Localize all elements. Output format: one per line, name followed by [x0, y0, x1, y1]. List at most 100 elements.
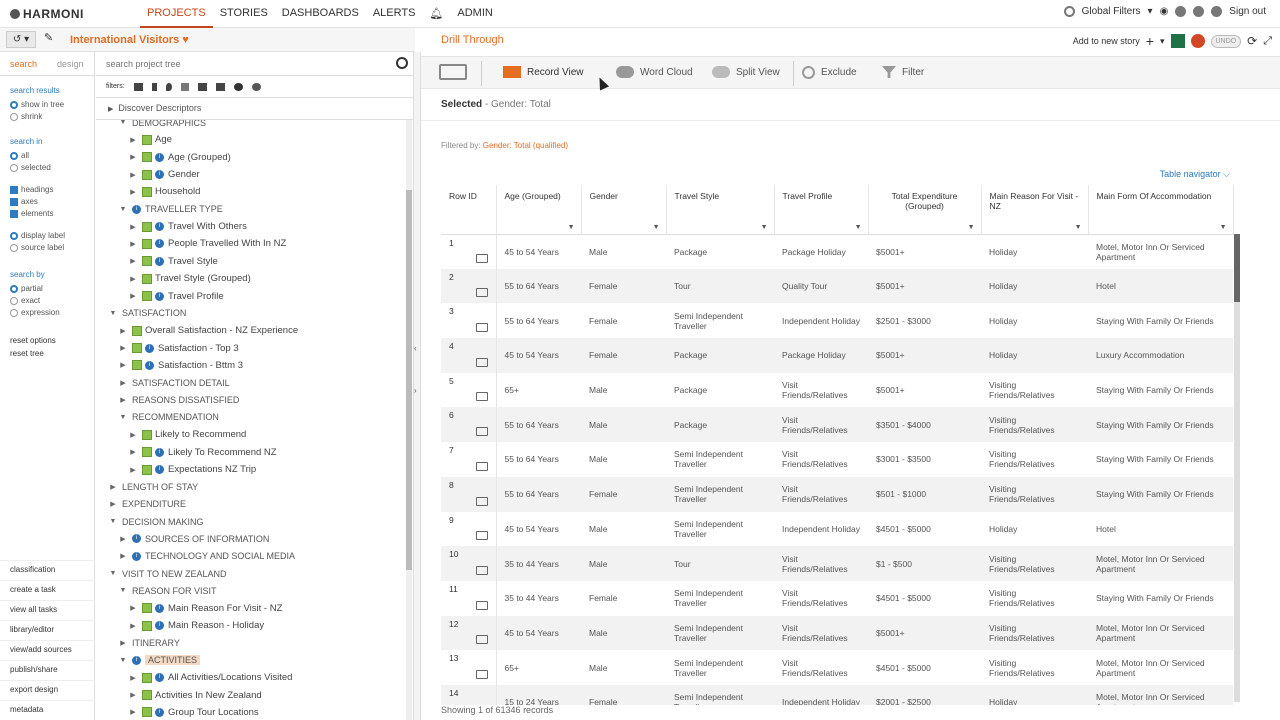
all-radio[interactable]: all [10, 151, 94, 160]
tree-item[interactable]: ▶ Activities In New Zealand [128, 687, 261, 704]
table-row[interactable]: 9 45 to 54 Years Male Semi Independent Trav… [441, 511, 1233, 547]
table-row[interactable]: 8 55 to 64 Years Female Semi Independent Tr… [441, 476, 1233, 512]
headings-checkbox[interactable]: headings [10, 185, 94, 194]
discover-descriptors[interactable]: ▶ Discover Descriptors [96, 98, 416, 120]
grid-filter-icon[interactable] [133, 82, 143, 91]
tree-item[interactable]: ▶ i Main Reason For Visit - NZ [128, 600, 282, 617]
tree-item[interactable]: ▶ i Expectations NZ Trip [128, 461, 256, 478]
info-icon[interactable]: i [155, 256, 164, 266]
caret-right-icon[interactable]: ▶ [128, 171, 138, 179]
exact-radio[interactable]: exact [10, 296, 94, 305]
expand-icon[interactable]: ⤢ [1263, 35, 1272, 48]
nav-dashboards[interactable]: DASHBOARDS [275, 0, 366, 28]
eye-icon[interactable]: ◉ [1160, 6, 1169, 17]
library-editor-link[interactable]: library/editor [0, 620, 95, 640]
axes-checkbox[interactable]: axes [10, 197, 94, 206]
undo-button[interactable]: UNDO [1210, 34, 1242, 48]
eye-filter-icon[interactable] [233, 82, 243, 91]
caret-right-icon[interactable]: ▶ [118, 379, 128, 387]
nav-stories[interactable]: STORIES [213, 0, 275, 28]
info-icon[interactable]: i [155, 222, 164, 232]
info-icon[interactable]: i [155, 707, 164, 717]
image-filter-icon[interactable] [197, 82, 207, 91]
caret-right-icon[interactable]: ▶ [128, 223, 138, 231]
powerpoint-icon[interactable] [1190, 34, 1205, 48]
tree-item[interactable]: ▼ i TRAVELLER TYPE [118, 201, 223, 218]
source-label-radio[interactable]: source label [10, 243, 94, 252]
search-input[interactable] [106, 56, 396, 72]
tree-item[interactable]: ▶ i SOURCES OF INFORMATION [118, 530, 269, 547]
caret-right-icon[interactable]: ▶ [128, 674, 138, 682]
info-icon[interactable]: i [155, 170, 164, 180]
tree-item[interactable]: ▶ i Main Reason - Holiday [128, 617, 264, 634]
tree-item[interactable]: ▶ Overall Satisfaction - NZ Experience [118, 322, 298, 339]
selected-radio[interactable]: selected [10, 163, 94, 172]
caret-down-icon[interactable]: ▼ [108, 310, 118, 317]
tree-item[interactable]: ▼ DEMOGRAPHICS [118, 120, 206, 131]
tree-item[interactable]: ▶ EXPENDITURE [108, 496, 186, 513]
nav-projects[interactable]: PROJECTS [140, 0, 213, 28]
info-icon[interactable]: i [155, 603, 164, 613]
column-header[interactable]: Row ID [441, 185, 497, 235]
show-in-tree-radio[interactable]: show in tree [10, 100, 94, 109]
record-card-icon[interactable] [476, 669, 488, 679]
excel-icon[interactable] [1170, 34, 1185, 48]
caret-down-icon[interactable]: ▼ [108, 518, 118, 525]
record-card-icon[interactable] [476, 253, 488, 263]
partial-radio[interactable]: partial [10, 284, 94, 293]
caret-down-icon[interactable]: ▼ [118, 120, 128, 126]
text-filter-icon[interactable] [180, 82, 189, 91]
table-row[interactable]: 13 65+ Male Semi Independent Traveller Visit… [441, 650, 1233, 685]
caret-down-icon[interactable]: ▼ [118, 657, 128, 664]
tree-item[interactable]: ▶ Age [128, 131, 172, 148]
tree-item[interactable]: ▶ i Travel Style [128, 253, 218, 270]
search-icon[interactable] [396, 57, 408, 69]
column-header[interactable]: Main Form Of Accommodation ▼ [1088, 185, 1234, 235]
exclude-button[interactable]: Exclude [802, 66, 857, 79]
refresh-icon[interactable]: ⟳ [1247, 34, 1257, 48]
tree-item[interactable]: ▼ VISIT TO NEW ZEALAND [108, 565, 227, 582]
tree-scrollbar[interactable] [406, 120, 412, 720]
column-header[interactable]: Travel Style ▼ [666, 185, 775, 235]
metadata-link[interactable]: metadata [0, 700, 95, 720]
info-icon[interactable]: i [132, 204, 141, 214]
tree-item[interactable]: ▼ i ACTIVITIES [118, 652, 201, 669]
chevron-down-icon[interactable]: ▾ [1160, 36, 1165, 47]
caret-down-icon[interactable]: ▼ [108, 570, 118, 577]
table-row[interactable]: 7 55 to 64 Years Male Semi Independent Trav… [441, 442, 1233, 477]
table-row[interactable]: 1 45 to 54 Years Male Package Package Holida… [441, 234, 1233, 269]
tree-item[interactable]: ▶ Likely to Recommend [128, 426, 246, 443]
info-icon[interactable]: i [155, 239, 164, 249]
info-icon[interactable]: i [145, 343, 154, 353]
nav-alerts[interactable]: ALERTS [366, 0, 423, 28]
sort-dropdown-icon[interactable]: ▼ [968, 224, 975, 231]
tree-item[interactable]: ▼ DECISION MAKING [108, 513, 204, 530]
tree-item[interactable]: ▶ i Age (Grouped) [128, 149, 231, 166]
tree-item[interactable]: ▶ i Group Tour Locations [128, 704, 258, 720]
table-row[interactable]: 4 45 to 54 Years Female Package Package Holi… [441, 338, 1233, 373]
caret-right-icon[interactable]: ▶ [128, 153, 138, 161]
display-label-radio[interactable]: display label [10, 231, 94, 240]
caret-right-icon[interactable]: ▶ [128, 604, 138, 612]
column-header[interactable]: Gender ▼ [581, 185, 667, 235]
info-icon[interactable]: i [155, 621, 164, 631]
split-view-button[interactable]: Split View [712, 66, 780, 78]
view-switcher-button[interactable] [439, 64, 473, 80]
expand-right-icon[interactable]: › [414, 386, 417, 395]
column-header[interactable]: Main Reason For Visit - NZ ▼ [981, 185, 1089, 235]
caret-right-icon[interactable]: ▶ [128, 292, 138, 300]
info-icon[interactable]: i [155, 465, 164, 474]
table-row[interactable]: 3 55 to 64 Years Female Semi Independent Tr… [441, 303, 1233, 339]
tree-item[interactable]: ▶ i Travel With Others [128, 218, 247, 235]
tree-item[interactable]: ▶ i TECHNOLOGY AND SOCIAL MEDIA [118, 548, 295, 565]
record-card-icon[interactable] [476, 531, 488, 541]
map-pin-icon[interactable] [165, 82, 172, 91]
tree-item[interactable]: ▶ ITINERARY [118, 635, 180, 652]
info-icon[interactable]: i [155, 152, 164, 162]
app-logo[interactable]: HARMONI [10, 7, 84, 21]
sort-dropdown-icon[interactable]: ▼ [1220, 224, 1227, 231]
sort-dropdown-icon[interactable]: ▼ [1075, 224, 1082, 231]
table-scrollbar[interactable] [1234, 234, 1240, 702]
power-icon[interactable] [1211, 6, 1223, 17]
tree-item[interactable]: ▶ i Travel Profile [128, 288, 223, 305]
